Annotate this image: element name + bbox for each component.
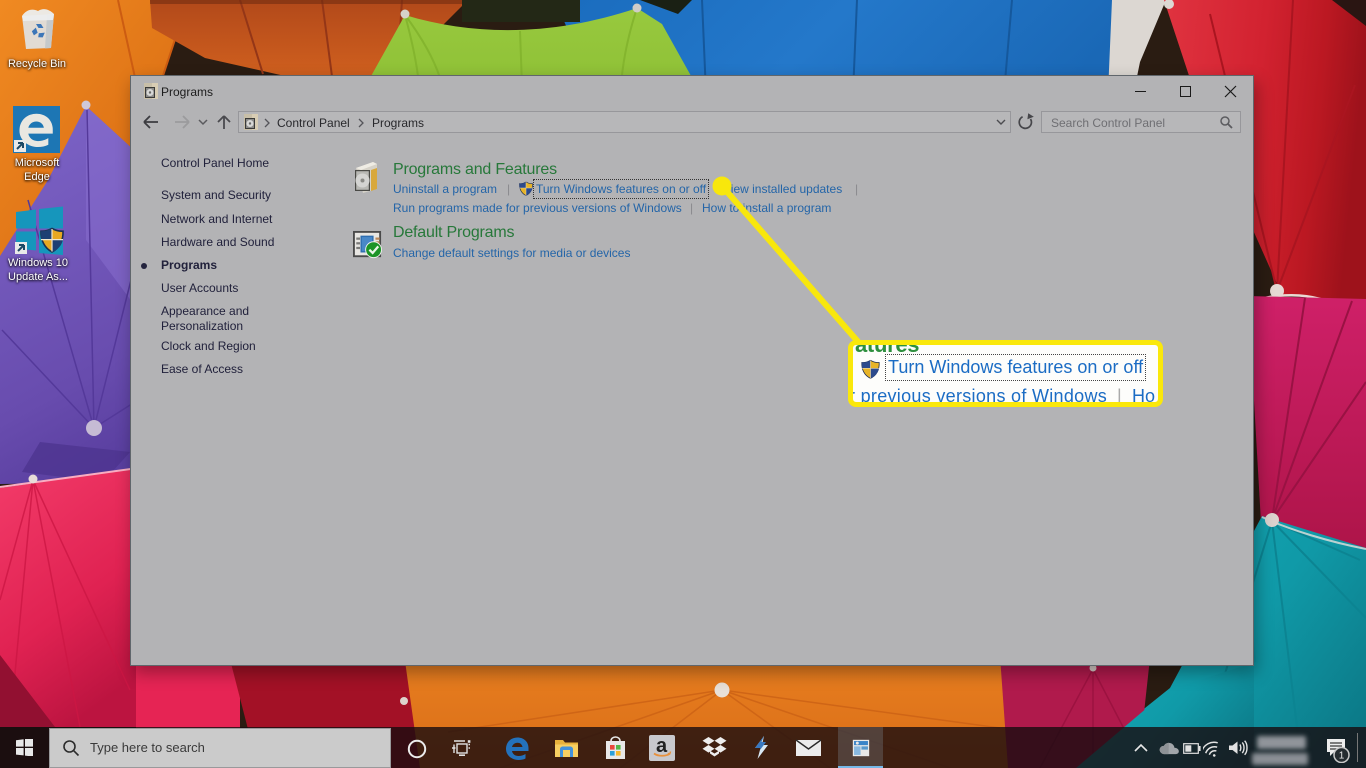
svg-text:1: 1 <box>1339 751 1345 762</box>
svg-text:a: a <box>656 735 668 757</box>
